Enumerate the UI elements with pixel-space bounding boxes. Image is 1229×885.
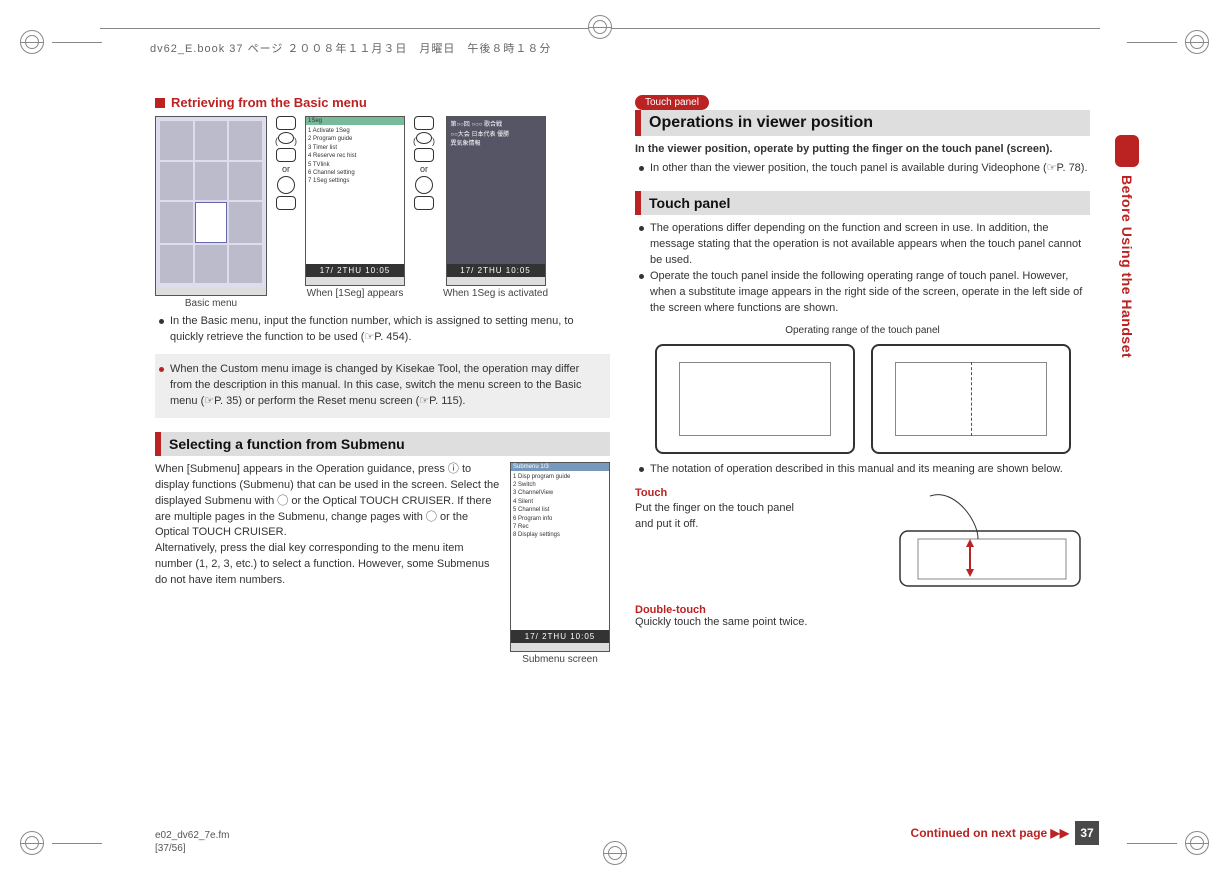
footer-file-name: e02_dv62_7e.fm [155,829,230,842]
list-item: 4 Reserve rec hist [308,152,402,160]
heading-text: Selecting a function from Submenu [161,432,610,456]
bullet-icon [159,319,164,324]
figure-caption: Submenu screen [522,654,598,666]
list-item: 4 Silent [513,498,607,506]
right-column: Touch panel Operations in viewer positio… [635,95,1090,815]
section-marker-icon [155,98,165,108]
page-number: 37 [1075,821,1099,845]
left-column: Retrieving from the Basic menu Basic men… [155,95,610,815]
section-side-tab: Before Using the Handset [1115,135,1139,368]
intro-text: In the viewer position, operate by putti… [635,142,1090,157]
list-header: 1Seg [306,117,404,125]
body-text: The notation of operation described in t… [650,462,1063,478]
crop-mark-icon [603,841,627,865]
basic-menu-screenshot [155,116,267,296]
double-touch-label: Double-touch [635,604,1090,616]
subsection-heading: Touch panel [635,191,1090,215]
footer-file-info: e02_dv62_7e.fm [37/56] [155,829,230,855]
operating-range-figure [635,344,1090,454]
figures-row: Basic menu () or 1Seg 1 Activate 1Seg 2 … [155,116,610,310]
bullet-icon [639,274,644,279]
crop-mark-icon [20,831,44,855]
list-item: 5 TVlink [308,161,402,169]
key-illustration: () or [271,116,301,210]
figure-label: Operating range of the touch panel [635,325,1090,336]
list-item: 1 Disp program guide [513,473,607,481]
crop-mark-icon [1185,831,1209,855]
continued-indicator: Continued on next page ▶▶ 37 [911,821,1099,845]
list-item: 2 Program guide [308,135,402,143]
list-item: 8 Display settings [513,531,607,539]
or-label: or [420,164,428,174]
one-seg-activated-screenshot: 第○○回 ○○○ 歌合戦○○大会 日本代表 優勝異気象情報 17/ 2THU 1… [446,116,546,286]
list-item: 7 1Seg settings [308,177,402,185]
clock-display: 17/ 2THU 10:05 [447,264,545,277]
page-content: Retrieving from the Basic menu Basic men… [155,95,1090,815]
figure-caption: When 1Seg is activated [443,288,548,300]
list-item: 5 Channel list [513,506,607,514]
main-heading: Operations in viewer position [641,110,1090,136]
list-item: 2 Switch [513,481,607,489]
subsection-heading: Selecting a function from Submenu [155,432,610,456]
body-text: In other than the viewer position, the t… [650,161,1088,177]
heading-text: Touch panel [641,191,1090,215]
submenu-screenshot: Submenu 1/3 1 Disp program guide 2 Switc… [510,462,610,652]
crop-mark-icon [588,15,612,39]
bullet-icon [639,226,644,231]
clock-display: 17/ 2THU 10:05 [511,630,609,643]
touch-gesture-illustration [817,486,1090,596]
figure-caption: When [1Seg] appears [307,288,404,300]
header-file-line: dv62_E.book 37 ページ ２００８年１１月３日 月曜日 午後８時１８… [150,40,970,56]
body-text: Operate the touch panel inside the follo… [650,269,1090,317]
list-item: 3 Timer list [308,144,402,152]
bullet-icon [639,467,644,472]
list-item: 6 Program info [513,515,607,523]
crop-mark-icon [1185,30,1209,54]
body-text: The operations differ depending on the f… [650,221,1090,269]
body-text: Put the finger on the touch panel and pu… [635,501,805,532]
list-item: 6 Channel setting [308,169,402,177]
list-header: Submenu 1/3 [511,463,609,471]
continued-text: Continued on next page ▶▶ [911,826,1069,840]
clock-display: 17/ 2THU 10:05 [306,264,404,277]
category-pill: Touch panel [635,95,709,110]
body-text: Quickly touch the same point twice. [635,616,1090,628]
note-box: When the Custom menu image is changed by… [155,354,610,418]
list-item: 1 Activate 1Seg [308,127,402,135]
section-title: Retrieving from the Basic menu [171,95,367,110]
bullet-icon [639,166,644,171]
bullet-icon [159,367,164,372]
key-illustration: () or [409,116,439,210]
figure-caption: Basic menu [185,298,237,310]
body-text: When [Submenu] appears in the Operation … [155,462,500,590]
touch-label: Touch [635,486,805,501]
crop-mark-icon [20,30,44,54]
list-item: 7 Rec [513,523,607,531]
or-label: or [282,164,290,174]
one-seg-menu-screenshot: 1Seg 1 Activate 1Seg 2 Program guide 3 T… [305,116,405,286]
body-text: In the Basic menu, input the function nu… [170,314,610,346]
list-item: 3 ChannelView [513,489,607,497]
footer-file-page: [37/56] [155,842,230,855]
note-text: When the Custom menu image is changed by… [170,362,602,410]
